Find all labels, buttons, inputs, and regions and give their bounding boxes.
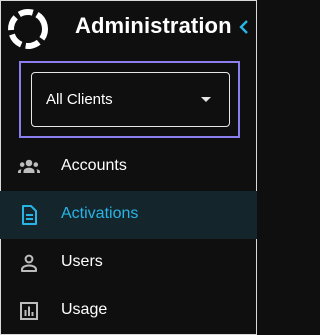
- sidebar-item-usage[interactable]: Usage: [0, 287, 257, 335]
- chevron-left-icon[interactable]: [237, 17, 251, 37]
- sidebar-item-activations[interactable]: Activations: [0, 191, 257, 239]
- ring-logo-icon: [8, 9, 48, 49]
- document-icon: [22, 205, 37, 225]
- sidebar-item-label: Accounts: [61, 157, 127, 174]
- person-icon: [21, 254, 37, 272]
- client-selector-focus-outline: All Clients: [19, 61, 240, 138]
- caret-down-icon: [201, 97, 211, 102]
- client-select-value: All Clients: [46, 91, 113, 108]
- sidebar-header: Administration: [0, 0, 257, 56]
- sidebar-item-accounts[interactable]: Accounts: [0, 143, 257, 191]
- sidebar-item-label: Users: [61, 253, 103, 270]
- people-group-icon: [18, 159, 40, 173]
- sidebar-item-users[interactable]: Users: [0, 239, 257, 287]
- page-title: Administration: [75, 13, 232, 38]
- sidebar-item-label: Activations: [61, 205, 139, 222]
- client-select[interactable]: All Clients: [31, 72, 230, 127]
- bar-chart-icon: [20, 302, 38, 320]
- sidebar-item-label: Usage: [61, 301, 108, 318]
